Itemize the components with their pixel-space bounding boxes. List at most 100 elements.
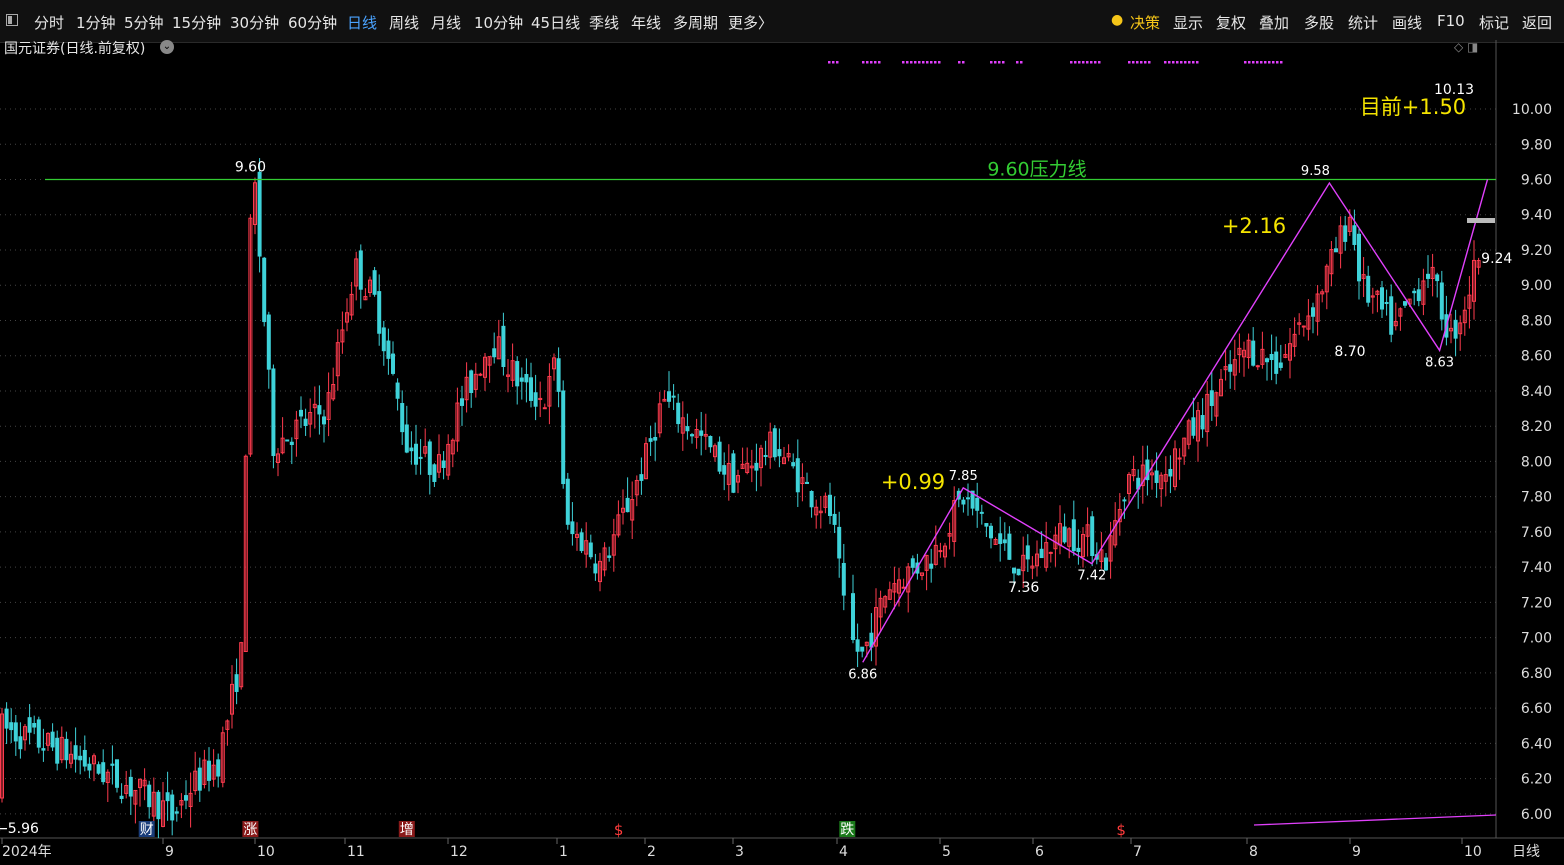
- price-label: 9.60: [235, 159, 266, 175]
- candle-body: [565, 478, 570, 525]
- signal-dot: [1132, 61, 1135, 64]
- candle-body: [409, 447, 414, 452]
- candle-body: [1426, 273, 1430, 279]
- candle-body: [441, 460, 446, 468]
- candle-body: [469, 370, 474, 393]
- signal-dot: [862, 61, 865, 64]
- x-tick-label: 2024年: [2, 844, 52, 860]
- candle-body: [588, 542, 593, 558]
- candle-body: [791, 462, 796, 467]
- signal-dot: [1184, 61, 1187, 64]
- signal-dot: [866, 61, 869, 64]
- signal-dot: [918, 61, 921, 64]
- candle-body: [1012, 567, 1016, 574]
- signal-dot: [1070, 61, 1073, 64]
- current-gain-annotation: 目前+1.50: [1360, 95, 1466, 119]
- candle-body: [1357, 233, 1361, 282]
- signal-dot: [1256, 61, 1259, 64]
- candle-body: [676, 402, 681, 425]
- candle-body: [87, 763, 92, 771]
- candle-body: [128, 776, 133, 797]
- candle-body: [722, 465, 727, 475]
- signal-dot: [870, 61, 873, 64]
- candle-body: [828, 494, 832, 517]
- candle-body: [1380, 287, 1384, 310]
- zigzag-label: 7.85: [949, 469, 978, 484]
- y-tick-label: 8.20: [1521, 419, 1552, 435]
- signal-dot: [1252, 61, 1255, 64]
- candle-body: [1002, 539, 1007, 544]
- candle-body: [556, 358, 561, 392]
- price-label: 9.24: [1481, 251, 1512, 267]
- candle-body: [1439, 282, 1444, 320]
- signal-dot: [1276, 61, 1279, 64]
- signal-dot: [1094, 61, 1097, 64]
- signal-dot: [878, 61, 881, 64]
- signal-dot: [914, 61, 917, 64]
- candle-body: [901, 586, 906, 589]
- signal-dot: [1002, 61, 1005, 64]
- candle-body: [381, 327, 386, 352]
- candle-body: [685, 426, 690, 432]
- candle-body: [855, 639, 860, 652]
- current-price-marker: [1467, 218, 1495, 223]
- signal-dot: [1192, 61, 1195, 64]
- candle-body: [418, 456, 423, 459]
- candle-body: [1334, 248, 1338, 253]
- candle-body: [731, 453, 736, 493]
- zigzag-label: 7.42: [1077, 569, 1106, 584]
- candle-body: [174, 811, 179, 814]
- candle-body: [13, 722, 18, 742]
- candle-body: [529, 377, 533, 401]
- candlestick-chart: 10.00 9.80 9.60 9.40 9.20 9.00 8.80 8.60 8.40 8.2…: [0, 40, 1564, 860]
- event-marker: $: [1116, 821, 1126, 839]
- x-tick-label: 1: [559, 844, 568, 860]
- signal-dot: [906, 61, 909, 64]
- candle-body: [1366, 275, 1371, 303]
- candle-body: [73, 745, 78, 760]
- y-tick-label: 6.40: [1521, 736, 1552, 752]
- candle-body: [910, 558, 915, 568]
- x-tick-label: 9: [165, 844, 174, 860]
- candle-body: [478, 373, 483, 376]
- signal-dot: [1128, 61, 1131, 64]
- y-tick-label: 9.20: [1521, 243, 1552, 259]
- y-tick-label: 8.00: [1521, 454, 1552, 470]
- candle-body: [96, 764, 101, 774]
- candle-body: [414, 443, 418, 465]
- signal-dot: [962, 61, 965, 64]
- candle-body: [1251, 340, 1256, 366]
- candle-body: [929, 563, 934, 569]
- signal-dot: [1180, 61, 1183, 64]
- candle-body: [317, 405, 322, 415]
- candle-body: [257, 171, 262, 257]
- candle-body: [427, 441, 432, 475]
- y-tick-label: 8.80: [1521, 313, 1552, 329]
- candle-body: [27, 717, 32, 733]
- candle-body: [82, 749, 87, 767]
- gain-annotation: +0.99: [881, 470, 945, 494]
- candle-body: [1269, 354, 1274, 361]
- candle-body: [41, 748, 46, 751]
- candle-body: [1062, 526, 1067, 543]
- candle-body: [1255, 365, 1260, 368]
- candle-body: [216, 759, 221, 777]
- x-tick-label: 2: [647, 844, 656, 860]
- event-marker: 涨: [243, 822, 257, 838]
- x-tick-label: 10: [257, 844, 275, 860]
- candle-body: [322, 416, 326, 425]
- signal-dot: [930, 61, 933, 64]
- candle-body: [593, 563, 598, 574]
- signal-dot: [1140, 61, 1143, 64]
- signal-dot: [1268, 61, 1271, 64]
- candle-body: [653, 436, 658, 441]
- candle-body: [938, 550, 943, 553]
- signal-dot: [902, 61, 905, 64]
- signal-dot: [1090, 61, 1093, 64]
- candle-body: [207, 760, 211, 781]
- y-tick-label: 8.40: [1521, 384, 1552, 400]
- candle-body: [262, 257, 267, 323]
- candle-body: [1076, 547, 1081, 552]
- signal-dot: [1196, 61, 1199, 64]
- signal-dot: [1074, 61, 1077, 64]
